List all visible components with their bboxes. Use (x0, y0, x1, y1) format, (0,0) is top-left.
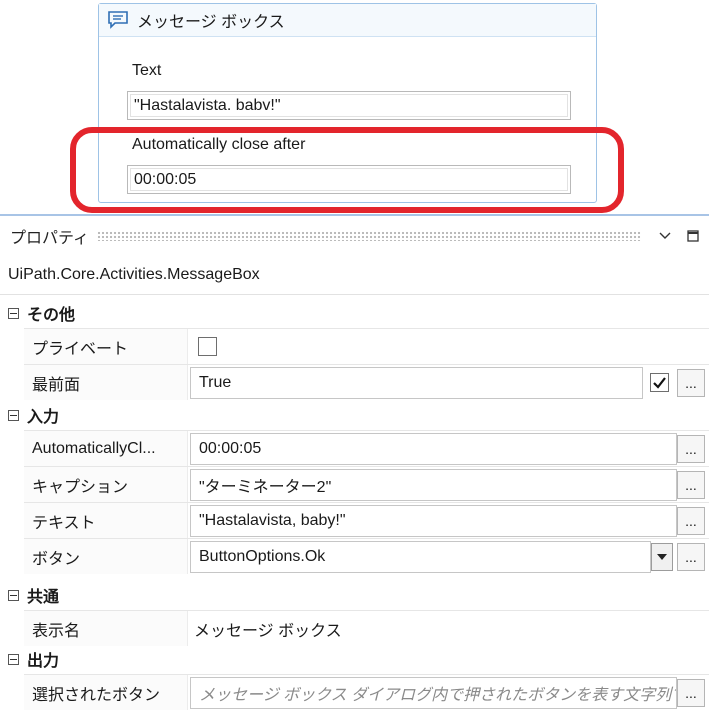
properties-panel: プロパティ UiPath.Core.Activities.MessageBox … (0, 214, 709, 718)
maximize-icon[interactable] (681, 224, 705, 248)
topmost-checkbox[interactable] (650, 373, 669, 392)
property-name-topmost: 最前面 (24, 365, 188, 400)
auto-close-field[interactable]: 00:00:05 (127, 165, 571, 194)
property-name-private: プライベート (24, 329, 188, 364)
selected-button-input[interactable]: メッセージ ボックス ダイアログ内で押されたボタンを表す文字列です。 (190, 677, 677, 709)
property-row-auto-close: AutomaticallyCl... 00:00:05 ... (24, 430, 709, 466)
text-ellipsis-button[interactable]: ... (677, 507, 705, 535)
dropdown-arrow-icon[interactable] (651, 543, 673, 571)
property-row-buttons: ボタン ButtonOptions.Ok ... (24, 538, 709, 574)
category-output[interactable]: 出力 (0, 644, 709, 674)
category-input-label: 入力 (27, 409, 60, 426)
message-box-activity[interactable]: メッセージ ボックス Text "Hastalavista. babv!" Au… (98, 3, 597, 203)
property-row-display-name: 表示名 メッセージ ボックス (24, 610, 709, 646)
auto-close-field-label: Automatically close after (132, 136, 306, 153)
text-field[interactable]: "Hastalavista. babv!" (127, 91, 571, 120)
property-name-text: テキスト (24, 503, 188, 538)
titlebar-grip[interactable] (97, 231, 641, 241)
text-field-label: Text (132, 62, 162, 79)
collapse-icon[interactable] (8, 589, 19, 601)
caption-value[interactable]: "ターミネーター2" (190, 469, 677, 501)
display-name-value[interactable]: メッセージ ボックス (190, 611, 342, 646)
selected-button-ellipsis-button[interactable]: ... (677, 679, 705, 707)
collapse-icon[interactable] (8, 307, 19, 319)
auto-close-ellipsis-button[interactable]: ... (677, 435, 705, 463)
category-misc[interactable]: その他 (0, 298, 709, 328)
property-row-private: プライベート (24, 328, 709, 364)
private-checkbox[interactable] (198, 337, 217, 356)
buttons-select[interactable]: ButtonOptions.Ok (190, 541, 651, 573)
property-row-caption: キャプション "ターミネーター2" ... (24, 466, 709, 502)
property-row-topmost: 最前面 True ... (24, 364, 709, 400)
auto-close-value[interactable]: 00:00:05 (190, 433, 677, 465)
property-row-text: テキスト "Hastalavista, baby!" ... (24, 502, 709, 538)
property-name-auto-close: AutomaticallyCl... (24, 431, 188, 466)
text-value[interactable]: "Hastalavista, baby!" (190, 505, 677, 537)
properties-titlebar: プロパティ (0, 216, 709, 256)
activity-type-name: UiPath.Core.Activities.MessageBox (0, 256, 709, 295)
buttons-ellipsis-button[interactable]: ... (677, 543, 705, 571)
property-name-buttons: ボタン (24, 539, 188, 574)
property-row-selected-button: 選択されたボタン メッセージ ボックス ダイアログ内で押されたボタンを表す文字列… (24, 674, 709, 710)
activity-title: メッセージ ボックス (137, 14, 285, 31)
category-common[interactable]: 共通 (0, 580, 709, 610)
category-output-label: 出力 (27, 653, 60, 670)
collapse-icon[interactable] (8, 653, 19, 665)
topmost-value[interactable]: True (190, 367, 643, 399)
activity-header[interactable]: メッセージ ボックス (99, 4, 596, 37)
checkmark-icon (653, 377, 666, 389)
collapse-icon[interactable] (8, 409, 19, 421)
property-name-display-name: 表示名 (24, 611, 188, 646)
chevron-down-icon[interactable] (653, 224, 677, 248)
category-input[interactable]: 入力 (0, 400, 709, 430)
message-box-icon (108, 11, 128, 29)
topmost-ellipsis-button[interactable]: ... (677, 369, 705, 397)
property-name-caption: キャプション (24, 467, 188, 502)
property-name-selected-button: 選択されたボタン (24, 675, 188, 710)
caption-ellipsis-button[interactable]: ... (677, 471, 705, 499)
properties-title: プロパティ (10, 230, 90, 247)
category-misc-label: その他 (27, 307, 76, 324)
category-common-label: 共通 (27, 589, 60, 606)
